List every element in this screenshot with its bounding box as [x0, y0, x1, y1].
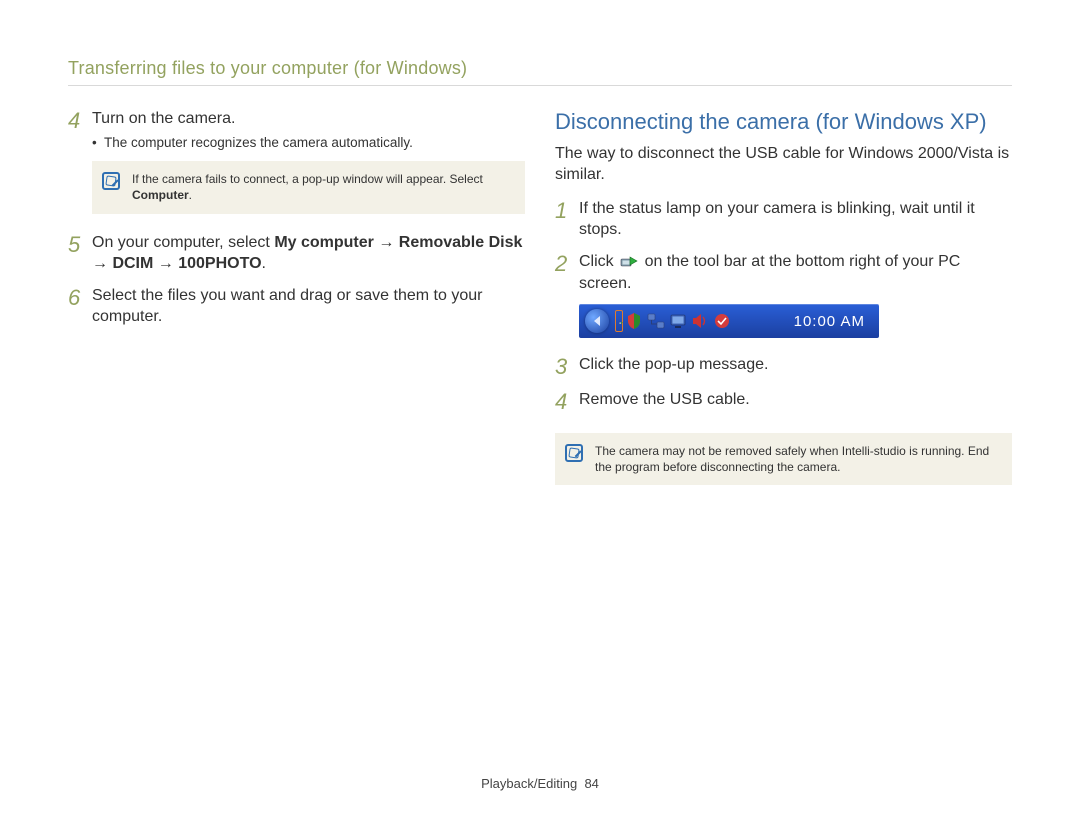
note-text: The camera may not be removed safely whe… [595, 443, 1000, 475]
safely-remove-hardware-icon [619, 312, 623, 329]
tray-highlight [615, 310, 623, 332]
step-body: Click the pop-up message. [579, 354, 1012, 376]
step-text: Turn on the camera. [92, 110, 235, 127]
step-text: Select the files you want and drag or sa… [92, 287, 482, 326]
step-body: On your computer, select My computer → R… [92, 232, 525, 275]
step-4: 4 Turn on the camera. The computer recog… [68, 108, 525, 151]
step-number: 4 [68, 108, 92, 133]
note-box: If the camera fails to connect, a pop-up… [92, 161, 525, 213]
step-text-lead: On your computer, select [92, 234, 274, 251]
right-column: Disconnecting the camera (for Windows XP… [555, 108, 1012, 503]
tray-clock: 10:00 AM [786, 313, 873, 330]
step-number: 2 [555, 251, 579, 276]
step-body: Turn on the camera. The computer recogni… [92, 108, 525, 151]
step-number: 3 [555, 354, 579, 379]
step-body: Remove the USB cable. [579, 389, 1012, 411]
note-icon [102, 172, 120, 190]
r-step-2: 2 Click on the tool bar at the bottom ri… [555, 251, 1012, 294]
step-text-a: Click [579, 253, 618, 270]
left-column: 4 Turn on the camera. The computer recog… [68, 108, 525, 503]
step-body: Click on the tool bar at the bottom righ… [579, 251, 1012, 294]
step-6: 6 Select the files you want and drag or … [68, 285, 525, 328]
note-box: The camera may not be removed safely whe… [555, 433, 1012, 485]
safely-remove-hardware-icon [620, 253, 638, 271]
note-text: If the camera fails to connect, a pop-up… [132, 171, 513, 203]
r-step-1: 1 If the status lamp on your camera is b… [555, 198, 1012, 241]
step-bullet: The computer recognizes the camera autom… [92, 134, 525, 152]
r-step-4: 4 Remove the USB cable. [555, 389, 1012, 414]
volume-icon [691, 312, 709, 330]
r-step-3: 3 Click the pop-up message. [555, 354, 1012, 379]
section-title: Disconnecting the camera (for Windows XP… [555, 108, 1012, 137]
step-body: If the status lamp on your camera is bli… [579, 198, 1012, 241]
display-icon [669, 312, 687, 330]
manual-page: Transferring files to your computer (for… [0, 0, 1080, 815]
page-header: Transferring files to your computer (for… [68, 58, 1012, 86]
footer-page: 84 [584, 776, 598, 791]
network-icon [647, 312, 665, 330]
page-footer: Playback/Editing 84 [0, 776, 1080, 791]
tray-expand-icon [585, 309, 609, 333]
section-intro: The way to disconnect the USB cable for … [555, 143, 1012, 186]
step-body: Select the files you want and drag or sa… [92, 285, 525, 328]
step-5: 5 On your computer, select My computer →… [68, 232, 525, 275]
antivirus-icon [713, 312, 731, 330]
footer-section: Playback/Editing [481, 776, 577, 791]
step-number: 6 [68, 285, 92, 310]
taskbar-tray: 10:00 AM [579, 304, 879, 338]
step-text-tail: . [262, 255, 266, 272]
content-columns: 4 Turn on the camera. The computer recog… [68, 108, 1012, 503]
step-number: 1 [555, 198, 579, 223]
step-number: 5 [68, 232, 92, 257]
step-number: 4 [555, 389, 579, 414]
note-icon [565, 444, 583, 462]
security-icon [625, 312, 643, 330]
